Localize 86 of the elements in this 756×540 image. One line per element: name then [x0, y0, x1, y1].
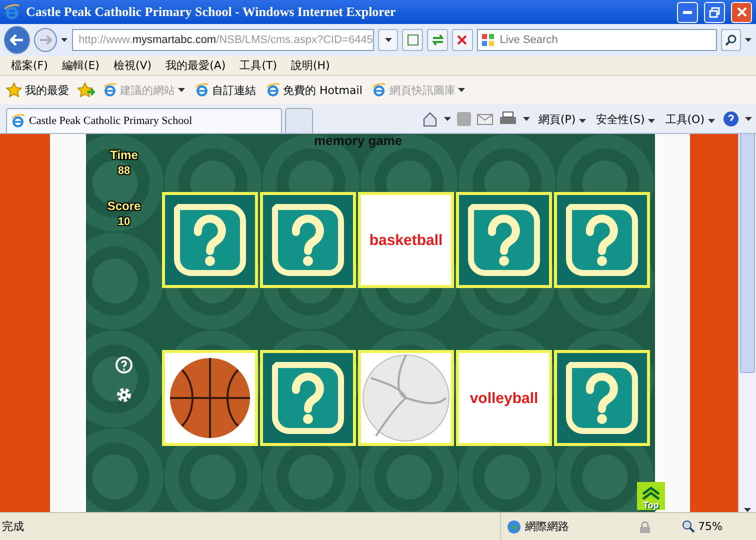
- caret-icon: [745, 117, 752, 121]
- zoom-button[interactable]: 75%: [676, 519, 756, 534]
- caret-icon: [648, 118, 656, 122]
- face-down-card[interactable]: [260, 192, 356, 288]
- home-icon: [422, 111, 438, 127]
- add-favorite-icon: [77, 82, 95, 98]
- security-zone: 網際網路: [500, 513, 640, 540]
- forward-arrow-icon: [40, 35, 52, 45]
- caret-icon: [708, 118, 715, 122]
- command-menu-button[interactable]: 安全性(S): [594, 112, 658, 126]
- compatibility-button[interactable]: [402, 29, 424, 51]
- refresh-button[interactable]: [427, 29, 448, 51]
- favorites-button[interactable]: 我的最愛: [4, 82, 71, 98]
- lock-icon: [640, 520, 650, 532]
- caret-icon: [444, 117, 452, 121]
- close-icon: [736, 7, 746, 17]
- search-button[interactable]: [720, 29, 742, 51]
- search-field[interactable]: Live Search: [476, 29, 717, 51]
- browser-logo-icon: [372, 83, 386, 97]
- stop-icon: [457, 35, 468, 45]
- menu-item[interactable]: 說明(H): [286, 58, 335, 73]
- face-down-card[interactable]: [260, 350, 356, 446]
- status-text: 完成: [1, 519, 25, 534]
- face-down-card[interactable]: [554, 350, 650, 446]
- restore-icon: [709, 6, 720, 18]
- windows-flag-icon: [480, 33, 495, 47]
- caret-icon: [523, 117, 530, 121]
- page-icon: [406, 34, 419, 46]
- browser-logo-icon: [266, 83, 280, 97]
- game-heading: memory game: [314, 134, 402, 148]
- settings-icon[interactable]: [115, 386, 133, 404]
- favorites-link[interactable]: 免費的 Hotmail: [264, 82, 364, 98]
- card-word: basketball: [369, 232, 443, 248]
- browser-logo-icon: [11, 114, 25, 128]
- url-text: http://www.mysmartabc.com/NSB/LMS/cms.aspx?CID=6445: [78, 34, 373, 46]
- stop-button[interactable]: [452, 29, 473, 51]
- face-down-card[interactable]: [456, 192, 552, 288]
- mail-icon: [477, 114, 494, 124]
- back-button[interactable]: [4, 26, 30, 54]
- restore-button[interactable]: [704, 2, 725, 22]
- browser-tab[interactable]: Castle Peak Catholic Primary School: [6, 108, 282, 133]
- refresh-icon: [430, 34, 445, 46]
- word-card[interactable]: basketball: [358, 192, 454, 288]
- forward-button[interactable]: [34, 28, 57, 52]
- search-icon: [725, 34, 738, 46]
- word-card[interactable]: volleyball: [456, 350, 552, 446]
- menu-item[interactable]: 我的最愛(A): [160, 58, 231, 73]
- caret-icon: [458, 88, 466, 92]
- face-down-card[interactable]: [162, 192, 258, 288]
- back-arrow-icon: [10, 34, 24, 46]
- browser-logo-icon: [103, 83, 117, 97]
- score-label: Score: [107, 199, 141, 213]
- menu-item[interactable]: 檢視(V): [108, 58, 157, 73]
- help-icon[interactable]: [115, 356, 133, 374]
- zoom-icon: [682, 520, 695, 533]
- globe-icon: [507, 520, 521, 534]
- address-dropdown-button[interactable]: [378, 29, 398, 51]
- caret-icon: [745, 38, 752, 42]
- help-icon: [723, 111, 739, 127]
- command-menu-button[interactable]: 網頁(P): [536, 112, 588, 126]
- close-button[interactable]: [731, 2, 752, 22]
- menu-item[interactable]: 檔案(F): [6, 58, 53, 73]
- window-title: Castle Peak Catholic Primary School - Windows Internet Explorer: [26, 4, 397, 20]
- address-field[interactable]: http://www.mysmartabc.com/NSB/LMS/cms.aspx?CID=6445: [72, 29, 374, 51]
- time-label: Time: [110, 148, 138, 162]
- minimize-button[interactable]: [677, 2, 698, 22]
- caret-icon: [178, 88, 185, 92]
- minimize-icon: [683, 10, 692, 14]
- browser-logo-icon: [195, 83, 209, 97]
- chevron-up-icon: [641, 486, 661, 500]
- face-down-card[interactable]: [554, 192, 650, 288]
- menu-item[interactable]: 編輯(E): [56, 58, 104, 73]
- browser-logo-icon: [4, 4, 20, 20]
- caret-icon: [61, 38, 68, 42]
- score-value: 10: [118, 216, 130, 228]
- star-icon: [6, 82, 22, 98]
- time-value: 88: [118, 165, 130, 177]
- favorites-link[interactable]: 自訂連結: [193, 82, 258, 98]
- command-menu-button[interactable]: 工具(O): [663, 112, 717, 126]
- scrollbar[interactable]: [738, 134, 756, 512]
- menu-item[interactable]: 工具(T): [234, 58, 282, 73]
- picture-card[interactable]: [162, 350, 258, 446]
- caret-icon: [384, 38, 392, 42]
- caret-icon: [579, 118, 586, 122]
- card-word: volleyball: [470, 390, 538, 406]
- printer-icon: [499, 111, 518, 127]
